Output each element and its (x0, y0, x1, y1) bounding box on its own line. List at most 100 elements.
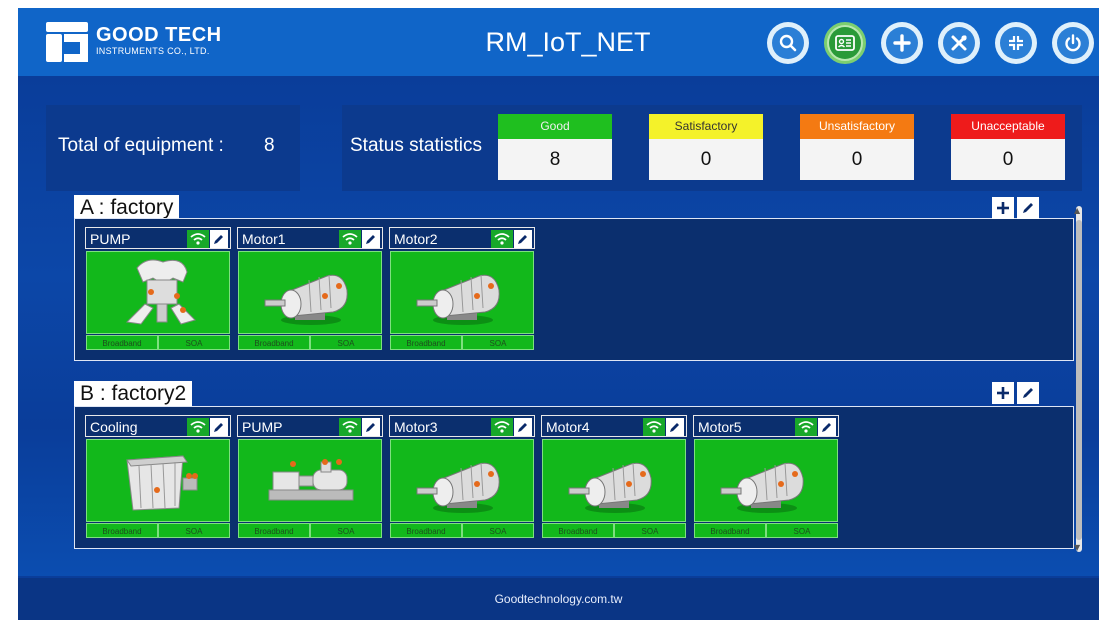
soa-tag[interactable]: SOA (158, 523, 230, 538)
soa-tag[interactable]: SOA (462, 335, 534, 350)
broadband-tag[interactable]: Broadband (238, 523, 310, 538)
summary-bar: Total of equipment : 8 Status statistics… (46, 105, 1082, 191)
device-name: Motor2 (394, 231, 438, 247)
scroll-down-icon[interactable]: ▼ (1074, 543, 1080, 552)
tools-button[interactable] (938, 22, 980, 64)
user-card-icon (835, 35, 855, 51)
broadband-tag[interactable]: Broadband (390, 523, 462, 538)
add-button[interactable] (881, 22, 923, 64)
scrollbar[interactable]: ▲ ▼ (1074, 206, 1082, 552)
device-card[interactable]: Motor4 Broadband SOA (541, 415, 687, 539)
soa-tag[interactable]: SOA (310, 523, 382, 538)
device-name: Motor1 (242, 231, 286, 247)
device-card[interactable]: Motor2 Broadband SOA (389, 227, 535, 351)
soa-tag[interactable]: SOA (462, 523, 534, 538)
collapse-icon (1009, 36, 1023, 50)
pencil-icon (1023, 388, 1033, 398)
group-a-edit-button[interactable] (1017, 197, 1039, 219)
device-card[interactable]: Motor1 Broadband SOA (237, 227, 383, 351)
device-meta: Broadband SOA (238, 523, 382, 538)
pencil-icon[interactable] (210, 418, 228, 436)
device-card-header: Motor3 (389, 415, 535, 437)
soa-tag[interactable]: SOA (158, 335, 230, 350)
status-statistics-label: Status statistics (350, 135, 482, 156)
plus-icon (997, 387, 1009, 399)
collapse-button[interactable] (995, 22, 1037, 64)
broadband-tag[interactable]: Broadband (542, 523, 614, 538)
device-name: Motor5 (698, 419, 742, 435)
header-bar: GOOD TECH INSTRUMENTS CO., LTD. RM_IoT_N… (18, 8, 1099, 76)
device-meta: Broadband SOA (86, 335, 230, 350)
motor-image[interactable] (542, 439, 686, 522)
device-card[interactable]: PUMP Broadband SOA (85, 227, 231, 351)
device-meta: Broadband SOA (694, 523, 838, 538)
pump-image[interactable] (238, 439, 382, 522)
pencil-icon[interactable] (818, 418, 836, 436)
status-good: Good 8 (498, 114, 612, 180)
company-name: GOOD TECH (96, 24, 222, 46)
app-title: RM_IoT_NET (485, 27, 651, 57)
group-b-title: B : factory2 (74, 381, 193, 407)
wifi-icon[interactable] (795, 418, 817, 436)
pencil-icon[interactable] (514, 418, 532, 436)
status-unacceptable-value: 0 (951, 139, 1065, 180)
device-card-header: Motor5 (693, 415, 839, 437)
power-icon (1065, 34, 1081, 52)
group-b-actions (992, 382, 1039, 404)
scrollbar-thumb[interactable] (1076, 220, 1082, 540)
cooling-tower-image[interactable] (86, 439, 230, 522)
app-window: GOOD TECH INSTRUMENTS CO., LTD. RM_IoT_N… (18, 8, 1099, 620)
group-b-edit-button[interactable] (1017, 382, 1039, 404)
device-name: PUMP (242, 419, 283, 435)
tools-icon (951, 35, 967, 51)
soa-tag[interactable]: SOA (310, 335, 382, 350)
pencil-icon[interactable] (362, 418, 380, 436)
search-button[interactable] (767, 22, 809, 64)
footer: Goodtechnology.com.tw (18, 578, 1099, 620)
user-card-button[interactable] (824, 22, 866, 64)
device-card[interactable]: Motor3 Broadband SOA (389, 415, 535, 539)
pencil-icon[interactable] (210, 230, 228, 248)
search-icon (779, 34, 797, 52)
wifi-icon[interactable] (339, 230, 361, 248)
scroll-up-icon[interactable]: ▲ (1074, 206, 1080, 215)
plus-icon (997, 202, 1009, 214)
wifi-icon[interactable] (187, 230, 209, 248)
motor-image[interactable] (390, 439, 534, 522)
soa-tag[interactable]: SOA (766, 523, 838, 538)
group-a-add-button[interactable] (992, 197, 1014, 219)
pencil-icon[interactable] (514, 230, 532, 248)
group-b-add-button[interactable] (992, 382, 1014, 404)
wifi-icon[interactable] (491, 230, 513, 248)
wifi-icon[interactable] (339, 418, 361, 436)
group-a-actions (992, 197, 1039, 219)
motor-image[interactable] (238, 251, 382, 334)
status-satisfactory: Satisfactory 0 (649, 114, 763, 180)
wifi-icon[interactable] (187, 418, 209, 436)
device-name: Motor3 (394, 419, 438, 435)
wifi-icon[interactable] (491, 418, 513, 436)
status-unsatisfactory-value: 0 (800, 139, 914, 180)
broadband-tag[interactable]: Broadband (86, 335, 158, 350)
status-unacceptable: Unacceptable 0 (951, 114, 1065, 180)
pencil-icon[interactable] (362, 230, 380, 248)
device-card[interactable]: Cooling Broadband SOA (85, 415, 231, 539)
device-card-header: PUMP (85, 227, 231, 249)
broadband-tag[interactable]: Broadband (390, 335, 462, 350)
power-button[interactable] (1052, 22, 1094, 64)
broadband-tag[interactable]: Broadband (238, 335, 310, 350)
broadband-tag[interactable]: Broadband (694, 523, 766, 538)
soa-tag[interactable]: SOA (614, 523, 686, 538)
pencil-icon[interactable] (666, 418, 684, 436)
pump-image[interactable] (86, 251, 230, 334)
device-card-header: Cooling (85, 415, 231, 437)
device-card-header: Motor1 (237, 227, 383, 249)
device-card[interactable]: PUMP Broadband SOA (237, 415, 383, 539)
wifi-icon[interactable] (643, 418, 665, 436)
broadband-tag[interactable]: Broadband (86, 523, 158, 538)
device-card[interactable]: Motor5 Broadband SOA (693, 415, 839, 539)
total-label: Total of equipment : (58, 135, 224, 156)
motor-image[interactable] (694, 439, 838, 522)
device-card-header: Motor4 (541, 415, 687, 437)
motor-image[interactable] (390, 251, 534, 334)
